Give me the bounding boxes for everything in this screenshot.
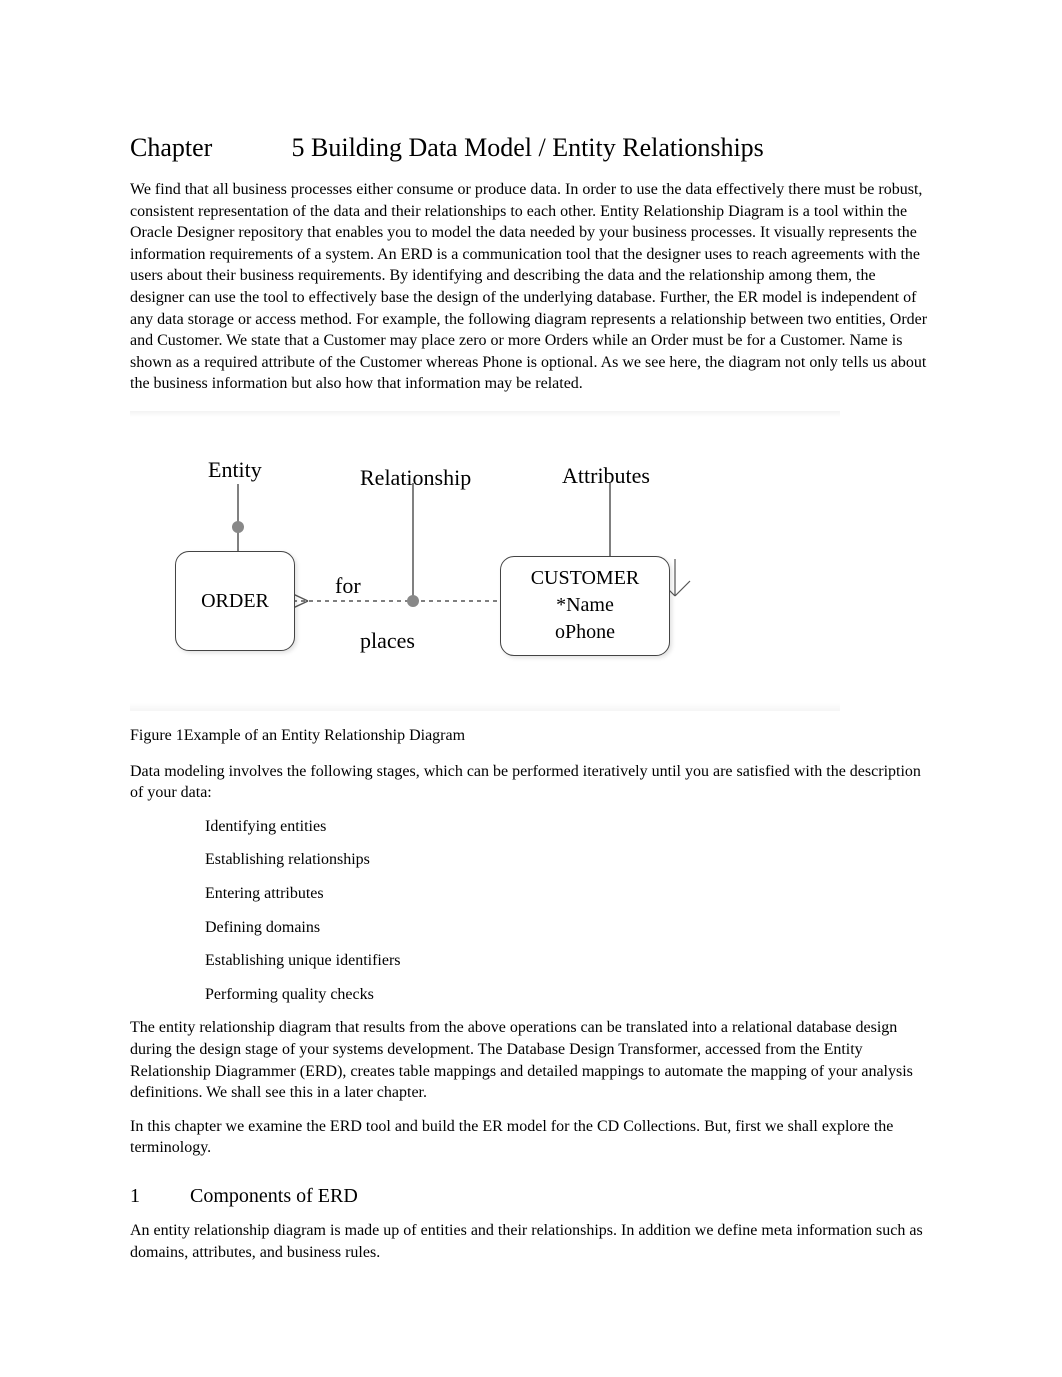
list-item: Establishing relationships	[205, 849, 932, 871]
list-item: Defining domains	[205, 917, 932, 939]
diagram-label-entity: Entity	[208, 455, 262, 485]
stages-intro: Data modeling involves the following sta…	[130, 761, 932, 804]
marker-icon	[407, 595, 419, 607]
section-body: An entity relationship diagram is made u…	[130, 1220, 932, 1263]
entity-order: ORDER	[175, 551, 295, 651]
entity-customer-attr-name: *Name	[556, 592, 614, 619]
intro-paragraph: We find that all business processes eith…	[130, 179, 932, 395]
chapter-title: 5 Building Data Model / Entity Relations…	[292, 133, 764, 162]
after-list-paragraph-1: The entity relationship diagram that res…	[130, 1017, 932, 1103]
section-number: 1	[130, 1183, 185, 1210]
relationship-for-label: for	[335, 571, 361, 601]
stages-list: Identifying entities Establishing relati…	[205, 816, 932, 1006]
chapter-label: Chapter	[130, 130, 285, 165]
list-item: Performing quality checks	[205, 984, 932, 1006]
chapter-heading: Chapter 5 Building Data Model / Entity R…	[130, 130, 932, 165]
after-list-paragraph-2: In this chapter we examine the ERD tool …	[130, 1116, 932, 1159]
list-item: Entering attributes	[205, 883, 932, 905]
entity-customer-name: CUSTOMER	[531, 565, 640, 592]
relationship-places-label: places	[360, 626, 415, 656]
diagram-label-attributes: Attributes	[562, 461, 650, 491]
figure-caption: Figure 1Example of an Entity Relationshi…	[130, 725, 932, 747]
marker-icon	[232, 521, 244, 533]
list-item: Establishing unique identifiers	[205, 950, 932, 972]
entity-order-name: ORDER	[201, 588, 269, 615]
erd-diagram: Entity Relationship Attributes ORDER for…	[130, 411, 840, 711]
entity-customer-attr-phone: oPhone	[555, 619, 615, 646]
section-title: Components of ERD	[190, 1185, 358, 1207]
section-heading: 1 Components of ERD	[130, 1183, 932, 1210]
entity-customer: CUSTOMER *Name oPhone	[500, 556, 670, 656]
diagram-label-relationship: Relationship	[360, 463, 471, 493]
list-item: Identifying entities	[205, 816, 932, 838]
